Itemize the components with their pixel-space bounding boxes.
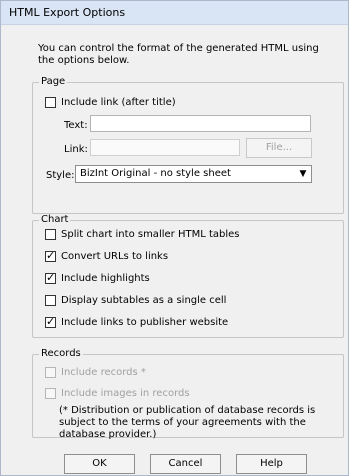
help-button[interactable]: Help [236,454,307,474]
publisher-links-label: Include links to publisher website [61,317,229,328]
include-images-checkbox[interactable] [45,388,56,399]
include-images-label: Include images in records [61,388,190,399]
records-note: (* Distribution or publication of databa… [59,405,316,440]
dialog-title-bar: HTML Export Options [1,1,348,25]
convert-urls-checkbox[interactable] [45,249,56,262]
dialog-title: HTML Export Options [9,6,126,19]
style-dropdown-value: BizInt Original - no style sheet [80,168,231,179]
split-chart-checkbox[interactable] [45,229,56,240]
intro-text: You can control the format of the genera… [38,43,319,66]
include-highlights-checkbox[interactable] [45,271,56,284]
link-field[interactable] [90,139,240,156]
style-label: Style: [46,170,75,181]
include-link-label: Include link (after title) [61,97,176,108]
convert-urls-label: Convert URLs to links [61,251,169,262]
include-highlights-label: Include highlights [61,273,150,284]
text-field[interactable] [90,115,311,132]
style-dropdown[interactable]: BizInt Original - no style sheet ▼ [75,165,312,183]
records-group-legend: Records [39,348,83,360]
split-chart-label: Split chart into smaller HTML tables [61,229,240,240]
link-label: Link: [64,144,88,155]
publisher-links-checkbox[interactable] [45,315,56,328]
chevron-down-icon[interactable]: ▼ [296,167,310,181]
display-subtables-checkbox[interactable] [45,295,56,306]
html-export-options-dialog: HTML Export Options You can control the … [0,0,349,476]
page-group-legend: Page [39,76,68,88]
file-button[interactable]: File... [246,138,312,158]
display-subtables-label: Display subtables as a single cell [61,295,227,306]
cancel-button[interactable]: Cancel [150,454,221,474]
include-link-checkbox[interactable] [45,97,56,108]
ok-button[interactable]: OK [64,454,135,474]
include-records-checkbox[interactable] [45,367,56,378]
text-label: Text: [64,120,88,131]
chart-group-legend: Chart [39,214,71,226]
include-records-label: Include records * [61,367,146,378]
